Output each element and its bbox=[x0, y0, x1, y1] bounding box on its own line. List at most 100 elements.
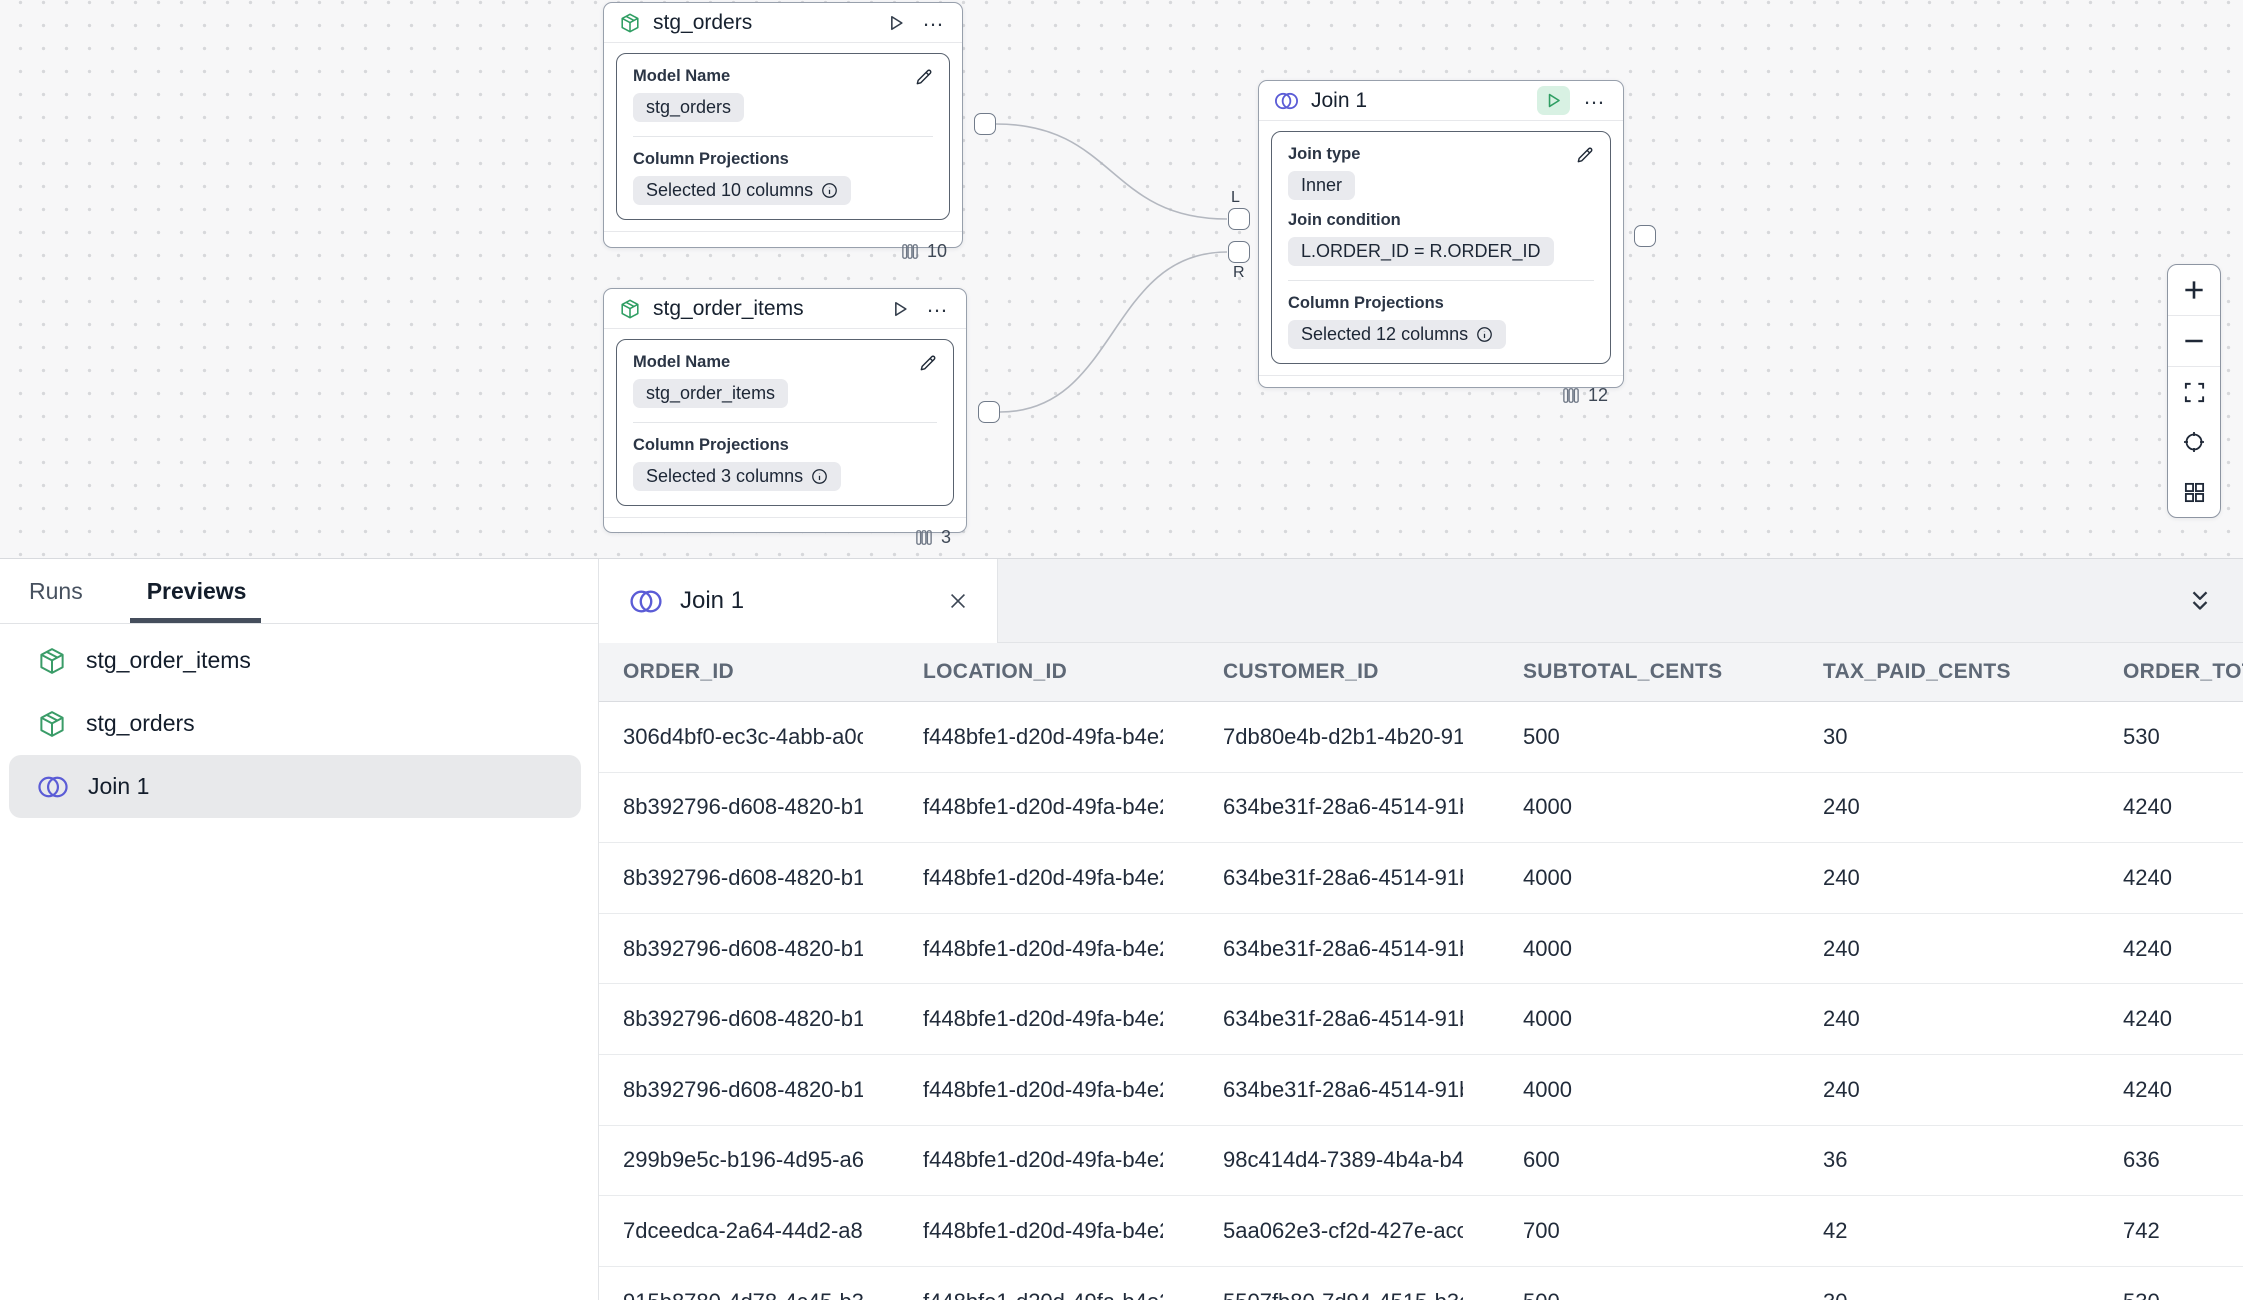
output-handle-stg-order-items[interactable] bbox=[978, 401, 1000, 423]
table-row: 299b9e5c-b196-4d95-a65f448bfe1-d20d-49fa… bbox=[598, 1126, 2243, 1197]
layout-grid-button[interactable] bbox=[2168, 467, 2220, 517]
table-cell: 240 bbox=[1763, 794, 2063, 820]
table-cell: 530 bbox=[2063, 1289, 2243, 1300]
join-condition-chip[interactable]: L.ORDER_ID = R.ORDER_ID bbox=[1288, 237, 1554, 266]
column-count: 10 bbox=[927, 241, 947, 262]
table-cell: 500 bbox=[1463, 724, 1763, 750]
output-handle-stg-orders[interactable] bbox=[974, 113, 996, 135]
table-cell: 42 bbox=[1763, 1218, 2063, 1244]
node-menu-button[interactable]: … bbox=[921, 14, 947, 32]
table-cell: 4000 bbox=[1463, 865, 1763, 891]
join-right-handle-label: R bbox=[1233, 264, 1245, 282]
collapse-panel-icon[interactable] bbox=[2187, 586, 2213, 616]
preview-tab-title: Join 1 bbox=[680, 587, 930, 615]
node-join-1[interactable]: Join 1 … Join type Inner Join condition … bbox=[1258, 80, 1624, 388]
column-header[interactable]: CUSTOMER_ID bbox=[1163, 660, 1463, 684]
node-stg-orders[interactable]: stg_orders … Model Name stg_orders Colum… bbox=[603, 2, 963, 248]
sidebar-item-stg-orders[interactable]: stg_orders bbox=[9, 692, 581, 755]
close-icon[interactable] bbox=[947, 590, 969, 612]
columns-icon bbox=[915, 528, 933, 547]
info-icon bbox=[821, 182, 838, 199]
table-row: 915b8780-4d78-4c45-b3af448bfe1-d20d-49fa… bbox=[598, 1267, 2243, 1300]
table-cell: 4000 bbox=[1463, 1006, 1763, 1032]
input-handle-join-left[interactable] bbox=[1228, 208, 1250, 230]
column-projections-chip[interactable]: Selected 3 columns bbox=[633, 462, 841, 491]
column-header[interactable]: TAX_PAID_CENTS bbox=[1763, 660, 2063, 684]
preview-tab-join-1[interactable]: Join 1 bbox=[599, 559, 998, 643]
panel-sidebar: Runs Previews stg_order_items stg_orders bbox=[0, 559, 598, 1300]
node-menu-button[interactable]: … bbox=[1582, 92, 1608, 110]
table-cell: 8b392796-d608-4820-b13 bbox=[598, 1077, 863, 1103]
node-title: Join 1 bbox=[1311, 89, 1525, 113]
table-cell: 306d4bf0-ec3c-4abb-a0c9 bbox=[598, 724, 863, 750]
field-label: Join condition bbox=[1288, 211, 1594, 230]
preview-tabbar: Join 1 bbox=[599, 559, 2243, 643]
table-cell: 634be31f-28a6-4514-91b4 bbox=[1163, 1077, 1463, 1103]
table-cell: f448bfe1-d20d-49fa-b4e2 bbox=[863, 794, 1163, 820]
node-menu-button[interactable]: … bbox=[925, 300, 951, 318]
join-venn-icon bbox=[1274, 90, 1299, 112]
fullscreen-button[interactable] bbox=[2168, 367, 2220, 417]
table-row: 8b392796-d608-4820-b13f448bfe1-d20d-49fa… bbox=[598, 843, 2243, 914]
edit-pencil-icon[interactable] bbox=[918, 353, 938, 373]
node-stg-order-items[interactable]: stg_order_items … Model Name stg_order_i… bbox=[603, 288, 967, 533]
edge-layer bbox=[0, 0, 2243, 558]
run-node-button[interactable] bbox=[883, 10, 909, 36]
node-footer: 3 bbox=[604, 517, 966, 557]
table-cell: 634be31f-28a6-4514-91b4 bbox=[1163, 936, 1463, 962]
column-count: 3 bbox=[941, 527, 951, 548]
sidebar-item-label: stg_order_items bbox=[86, 647, 251, 674]
column-header[interactable]: SUBTOTAL_CENTS bbox=[1463, 660, 1763, 684]
column-header[interactable]: ORDER_ID bbox=[598, 660, 863, 684]
table-cell: 7db80e4b-d2b1-4b20-91e bbox=[1163, 724, 1463, 750]
model-name-chip[interactable]: stg_orders bbox=[633, 93, 744, 122]
table-cell: 240 bbox=[1763, 1077, 2063, 1103]
zoom-out-button[interactable] bbox=[2168, 316, 2220, 367]
table-cell: f448bfe1-d20d-49fa-b4e2 bbox=[863, 1077, 1163, 1103]
field-label: Model Name bbox=[633, 67, 933, 86]
node-footer: 12 bbox=[1259, 375, 1623, 415]
table-cell: 4240 bbox=[2063, 936, 2243, 962]
column-count: 12 bbox=[1588, 385, 1608, 406]
sidebar-item-label: Join 1 bbox=[88, 773, 149, 800]
dag-canvas[interactable]: stg_orders … Model Name stg_orders Colum… bbox=[0, 0, 2243, 558]
sidebar-item-join-1[interactable]: Join 1 bbox=[9, 755, 581, 818]
table-cell: 742 bbox=[2063, 1218, 2243, 1244]
zoom-in-button[interactable] bbox=[2168, 265, 2220, 316]
column-header[interactable]: ORDER_TOTAL_CENTS bbox=[2063, 660, 2243, 684]
info-icon bbox=[1476, 326, 1493, 343]
column-header[interactable]: LOCATION_ID bbox=[863, 660, 1163, 684]
tab-previews[interactable]: Previews bbox=[147, 559, 247, 623]
table-cell: f448bfe1-d20d-49fa-b4e2 bbox=[863, 1289, 1163, 1300]
column-projections-chip[interactable]: Selected 12 columns bbox=[1288, 320, 1506, 349]
run-node-button[interactable] bbox=[1537, 86, 1570, 115]
field-label: Column Projections bbox=[633, 436, 937, 455]
input-handle-join-right[interactable] bbox=[1228, 241, 1250, 263]
run-node-button[interactable] bbox=[887, 296, 913, 322]
table-cell: 5507fb80-7d94-4515-b3d bbox=[1163, 1289, 1463, 1300]
join-type-chip[interactable]: Inner bbox=[1288, 171, 1355, 200]
model-cube-icon bbox=[37, 709, 67, 739]
table-cell: 634be31f-28a6-4514-91b4 bbox=[1163, 1006, 1463, 1032]
edit-pencil-icon[interactable] bbox=[914, 67, 934, 87]
canvas-controls bbox=[2167, 264, 2221, 518]
sidebar-item-stg-order-items[interactable]: stg_order_items bbox=[9, 629, 581, 692]
preview-list: stg_order_items stg_orders Join 1 bbox=[0, 624, 598, 818]
table-cell: 4240 bbox=[2063, 865, 2243, 891]
model-name-chip[interactable]: stg_order_items bbox=[633, 379, 788, 408]
table-cell: 634be31f-28a6-4514-91b4 bbox=[1163, 865, 1463, 891]
tab-runs[interactable]: Runs bbox=[29, 559, 83, 623]
table-cell: f448bfe1-d20d-49fa-b4e2 bbox=[863, 1218, 1163, 1244]
table-cell: 4240 bbox=[2063, 1006, 2243, 1032]
table-cell: 7dceedca-2a64-44d2-a8a bbox=[598, 1218, 863, 1244]
output-handle-join[interactable] bbox=[1634, 225, 1656, 247]
field-label: Column Projections bbox=[1288, 294, 1594, 313]
table-cell: f448bfe1-d20d-49fa-b4e2 bbox=[863, 865, 1163, 891]
node-title: stg_orders bbox=[653, 11, 871, 35]
fit-view-button[interactable] bbox=[2168, 417, 2220, 467]
column-projections-chip[interactable]: Selected 10 columns bbox=[633, 176, 851, 205]
edit-pencil-icon[interactable] bbox=[1575, 145, 1595, 165]
table-cell: f448bfe1-d20d-49fa-b4e2 bbox=[863, 1006, 1163, 1032]
table-cell: 915b8780-4d78-4c45-b3a bbox=[598, 1289, 863, 1300]
table-cell: f448bfe1-d20d-49fa-b4e2 bbox=[863, 1147, 1163, 1173]
